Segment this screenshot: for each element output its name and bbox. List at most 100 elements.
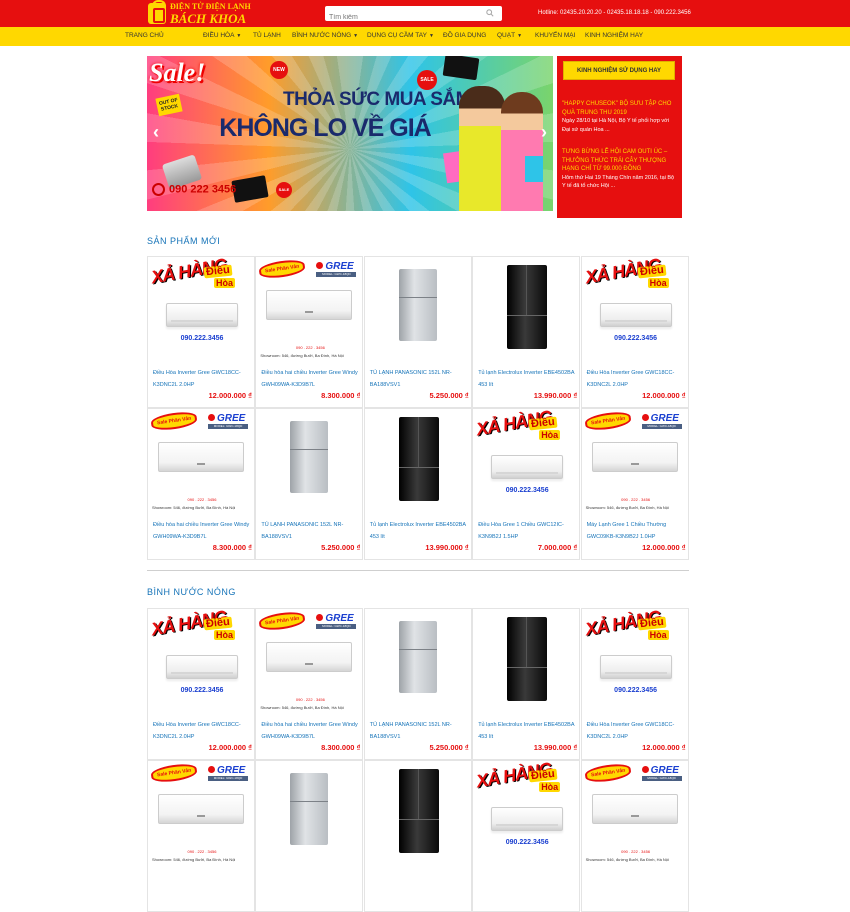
promo-phone: 090.222.3456 [505, 839, 549, 846]
gree-logo: GREE [208, 765, 245, 776]
product-image[interactable]: Sale Phân Vân GREE MODEL: GWC-18QD 090 . 22… [582, 409, 688, 511]
showroom-address: Showroom: 546, đường Bưởi, Ba Đình, Hà N… [585, 857, 669, 862]
product-card[interactable]: Sale Phân Vân GREE MODEL: GWC-18QD 090 . 22… [255, 256, 364, 408]
product-card[interactable]: Sale Phân Vân GREE MODEL: GWC-18QD 090 . 22… [147, 760, 255, 912]
product-name[interactable]: Điều hòa hai chiều Inverter Gree Windy G… [261, 367, 361, 391]
product-card[interactable]: XẢ HÀNG Điều Hòa 090.222.3456 Điều Hòa Inver… [147, 608, 255, 760]
product-image[interactable] [365, 409, 471, 511]
product-image[interactable] [365, 257, 471, 359]
product-price: 12.000.000 ₫ [642, 543, 686, 552]
banner-phone-number: 090 222 3456 [169, 183, 237, 196]
section-title-new-products[interactable]: Sản phẩm mới [147, 236, 220, 246]
product-image[interactable]: Sale Phân Vân GREE MODEL: GWC-18QD 090 . 22… [256, 257, 362, 359]
nav-item[interactable]: Dụng cụ cầm tay ▼ [367, 32, 434, 39]
nav-item[interactable]: Đồ gia dụng [443, 32, 486, 39]
nav-item[interactable]: Điều hòa ▼ [203, 32, 241, 39]
product-image[interactable]: XẢ HÀNG Điều Hòa 090.222.3456 [582, 609, 688, 711]
banner-sale-text: Sale! [149, 58, 206, 87]
product-image[interactable]: XẢ HÀNG Điều Hòa 090.222.3456 [473, 761, 579, 863]
product-name[interactable]: Điều Hòa Inverter Gree GWC18CC-K3DNC2L 2… [153, 719, 253, 743]
product-image[interactable] [473, 257, 579, 359]
product-card[interactable] [363, 760, 472, 912]
product-name[interactable]: Điều Hòa Gree 1 Chiều GWC12IC-K3N9B2J 1.… [478, 519, 578, 543]
product-image[interactable]: Sale Phân Vân GREE MODEL: GWC-18QD 090 . 22… [148, 761, 254, 863]
slider-prev-arrow-icon[interactable]: ‹ [153, 122, 159, 143]
product-card[interactable]: XẢ HÀNG Điều Hòa 090.222.3456 [472, 760, 581, 912]
product-card[interactable]: TỦ LẠNH PANASONIC 152L NR-BA188VSV1 5.250… [363, 608, 472, 760]
product-name[interactable]: TỦ LẠNH PANASONIC 152L NR-BA188VSV1 [370, 719, 470, 743]
gree-phone: 090 . 222 . 3456 [295, 345, 325, 350]
product-card[interactable]: XẢ HÀNG Điều Hòa 090.222.3456 Điều Hòa Gree … [472, 408, 581, 560]
banner-phone: 090 222 3456 [152, 183, 236, 196]
promo-dieu: Điều [528, 415, 558, 431]
product-image[interactable]: XẢ HÀNG Điều Hòa 090.222.3456 [582, 257, 688, 359]
gree-logo: GREE [642, 413, 679, 424]
product-card[interactable]: Tủ lạnh Electrolux Inverter EBE4502BA 45… [472, 256, 581, 408]
product-name[interactable]: Điều hòa hai chiều Inverter Gree Windy G… [261, 719, 361, 743]
nav-item[interactable]: Bình nước nóng ▼ [292, 32, 358, 39]
news-title[interactable]: "Happy Chuseok" bộ sưu tập cho quà Trung… [562, 100, 677, 117]
product-image[interactable]: Sale Phân Vân GREE MODEL: GWC-18QD 090 . 22… [256, 609, 362, 711]
nav-item-label: Bình nước nóng [292, 32, 352, 39]
product-image[interactable] [473, 609, 579, 711]
product-image[interactable]: Sale Phân Vân GREE MODEL: GWC-18QD 090 . 22… [148, 409, 254, 511]
product-price: 5.250.000 ₫ [429, 743, 469, 752]
product-image[interactable] [365, 761, 471, 863]
banner-slider[interactable]: Sale! OUT OF STOCK NEW SALE THỎA SỨC MUA… [147, 56, 553, 211]
product-name[interactable]: Tủ lạnh Electrolux Inverter EBE4502BA 45… [370, 519, 470, 543]
news-desc: Hôm thứ Hai 19 Tháng Chín năm 2016, tại … [562, 174, 675, 190]
nav-item[interactable]: Tủ lạnh [253, 32, 281, 39]
product-card[interactable]: TỦ LẠNH PANASONIC 152L NR-BA188VSV1 5.250… [255, 408, 364, 560]
product-name[interactable]: Điều Hòa Inverter Gree GWC18CC-K3DNC2L 2… [587, 719, 687, 743]
sale-sticker: Sale Phân Vân [585, 764, 630, 782]
product-image[interactable] [256, 409, 362, 511]
search-input[interactable] [325, 10, 475, 25]
nav-item[interactable]: Trang chủ [125, 32, 164, 39]
product-image[interactable]: XẢ HÀNG Điều Hòa 090.222.3456 [148, 609, 254, 711]
product-name[interactable]: Máy Lạnh Gree 1 Chiều Thường GWC09KB-K3N… [587, 519, 687, 543]
product-card[interactable]: TỦ LẠNH PANASONIC 152L NR-BA188VSV1 5.250… [363, 256, 472, 408]
promo-phone: 090.222.3456 [505, 487, 549, 494]
product-image[interactable] [256, 761, 362, 863]
product-name[interactable]: TỦ LẠNH PANASONIC 152L NR-BA188VSV1 [261, 519, 361, 543]
product-card[interactable]: Sale Phân Vân GREE MODEL: GWC-18QD 090 . 22… [580, 760, 689, 912]
product-image[interactable]: XẢ HÀNG Điều Hòa 090.222.3456 [148, 257, 254, 359]
shopping-bag-image [525, 156, 543, 182]
product-card[interactable]: Sale Phân Vân GREE MODEL: GWC-18QD 090 . 22… [147, 408, 255, 560]
search-icon[interactable] [486, 9, 494, 17]
news-item[interactable]: "Happy Chuseok" bộ sưu tập cho quà Trung… [562, 100, 677, 134]
air-conditioner-image [166, 303, 238, 327]
nav-item[interactable]: Khuyến mại [535, 32, 575, 39]
banner-headline-2: KHÔNG LO VỀ GIÁ [219, 114, 431, 142]
product-name[interactable]: Tủ lạnh Electrolux Inverter EBE4502BA 45… [478, 367, 578, 391]
showroom-address: Showroom: 546, đường Bưởi, Ba Đình, Hà N… [152, 857, 236, 862]
gree-model: MODEL: GWC-18QD [208, 424, 248, 429]
product-name[interactable]: TỦ LẠNH PANASONIC 152L NR-BA188VSV1 [370, 367, 470, 391]
slider-next-arrow-icon[interactable]: › [541, 122, 547, 143]
news-title[interactable]: Tưng bừng lễ hội cam Outi Úc – thưởng th… [562, 148, 677, 174]
section-title-water-heater[interactable]: Bình nước nóng [147, 587, 236, 597]
product-card[interactable]: Tủ lạnh Electrolux Inverter EBE4502BA 45… [472, 608, 581, 760]
nav-item[interactable]: Quạt ▼ [497, 32, 522, 39]
product-image[interactable]: Sale Phân Vân GREE MODEL: GWC-18QD 090 . 22… [582, 761, 688, 863]
product-card[interactable]: Sale Phân Vân GREE MODEL: GWC-18QD 090 . 22… [255, 608, 364, 760]
shopping-bag-icon [148, 0, 166, 24]
product-card[interactable]: Sale Phân Vân GREE MODEL: GWC-18QD 090 . 22… [580, 408, 689, 560]
product-card[interactable]: XẢ HÀNG Điều Hòa 090.222.3456 Điều Hòa Inver… [580, 256, 689, 408]
product-card[interactable]: XẢ HÀNG Điều Hòa 090.222.3456 Điều Hòa Inver… [147, 256, 255, 408]
product-name[interactable]: Tủ lạnh Electrolux Inverter EBE4502BA 45… [478, 719, 578, 743]
product-image[interactable] [365, 609, 471, 711]
promo-hoa: Hòa [647, 278, 669, 288]
product-card[interactable] [255, 760, 364, 912]
product-name[interactable]: Điều hòa hai chiều Inverter Gree Windy G… [153, 519, 253, 543]
product-name[interactable]: Điều Hòa Inverter Gree GWC18CC-K3DNC2L 2… [587, 367, 687, 391]
news-item[interactable]: Tưng bừng lễ hội cam Outi Úc – thưởng th… [562, 148, 677, 191]
product-card[interactable]: Tủ lạnh Electrolux Inverter EBE4502BA 45… [363, 408, 472, 560]
product-image[interactable]: XẢ HÀNG Điều Hòa 090.222.3456 [473, 409, 579, 511]
site-logo[interactable]: ĐIỆN TỬ ĐIỆN LẠNH BÁCH KHOA [146, 0, 258, 26]
sale-badge: SALE [417, 70, 437, 90]
product-name[interactable]: Điều Hòa Inverter Gree GWC18CC-K3DNC2L 2… [153, 367, 253, 391]
product-card[interactable]: XẢ HÀNG Điều Hòa 090.222.3456 Điều Hòa Inver… [580, 608, 689, 760]
air-conditioner-image [599, 655, 672, 679]
nav-item[interactable]: Kinh nghiệm hay [585, 32, 643, 39]
